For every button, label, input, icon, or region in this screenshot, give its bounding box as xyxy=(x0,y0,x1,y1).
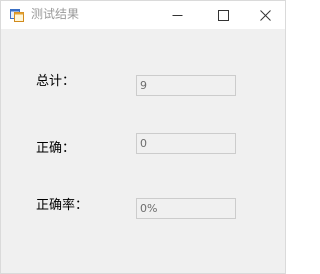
correct-label: 正确： xyxy=(36,141,76,156)
window-title: 测试结果 xyxy=(31,7,80,21)
app-window-icon xyxy=(10,7,24,22)
maximize-button[interactable] xyxy=(200,1,246,29)
close-icon xyxy=(260,9,271,21)
total-field[interactable]: 9 xyxy=(136,75,236,96)
maximize-icon xyxy=(217,9,229,21)
minimize-icon xyxy=(172,10,183,21)
accuracy-field[interactable]: 0% xyxy=(136,198,236,219)
correct-field[interactable]: 0 xyxy=(136,133,236,154)
accuracy-label: 正确率： xyxy=(36,198,89,213)
minimize-button[interactable] xyxy=(154,1,200,29)
title-bar[interactable]: 测试结果 xyxy=(1,1,285,29)
close-button[interactable] xyxy=(246,1,285,29)
result-window: 测试结果 总计： 9 正确： 0 正确率： 0% xyxy=(0,0,286,274)
total-label: 总计： xyxy=(36,74,76,89)
